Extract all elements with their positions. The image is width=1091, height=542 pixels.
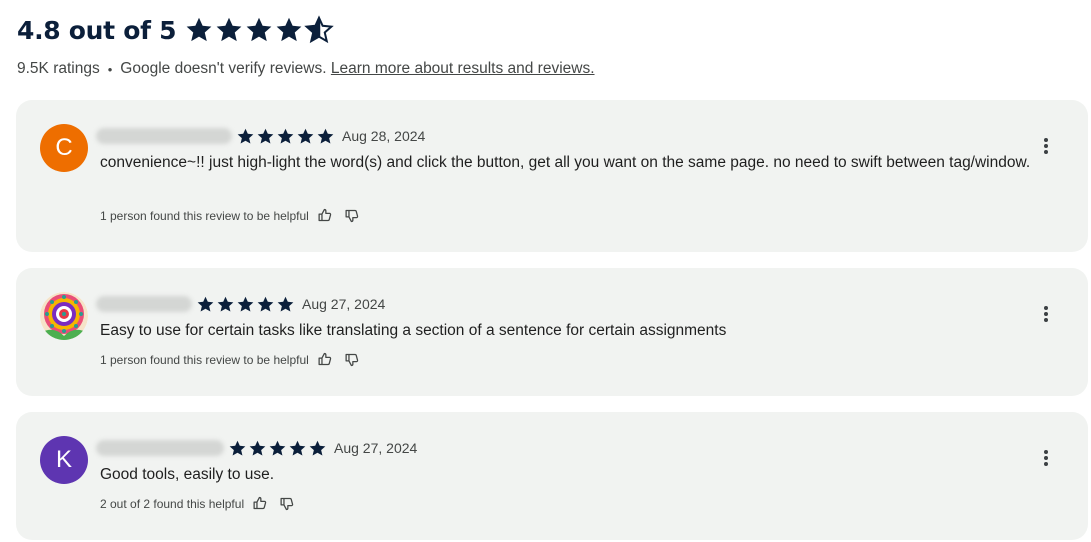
star-icon (289, 440, 306, 456)
review-card: K Aug 27, 2024 Good tools, easily to use… (16, 412, 1088, 540)
helpful-count: 1 person found this review to be helpful (100, 208, 309, 223)
separator: • (107, 61, 113, 77)
review-stars (228, 439, 328, 458)
thumbs-down-icon[interactable] (344, 351, 361, 368)
reviewer-name-blurred (96, 440, 224, 456)
ratings-meta: 9.5K ratings • Google doesn't verify rev… (17, 60, 595, 78)
avatar (40, 292, 88, 340)
more-vert-icon[interactable] (1036, 448, 1056, 468)
star-icon (197, 296, 214, 312)
star-icon (217, 296, 234, 312)
star-icon (317, 128, 334, 144)
star-icon (216, 17, 242, 42)
rating-summary: 4.8 out of 5 (17, 14, 334, 46)
helpful-row: 1 person found this review to be helpful (100, 351, 361, 368)
star-icon (276, 17, 302, 42)
overall-rating: 4.8 out of 5 (17, 15, 177, 45)
helpful-count: 1 person found this review to be helpful (100, 352, 309, 367)
star-icon (246, 17, 272, 42)
half-star-icon (305, 16, 333, 43)
avatar: K (40, 436, 88, 484)
review-text: convenience~!! just high-light the word(… (100, 154, 1031, 171)
review-card: C Aug 28, 2024 convenience~!! just high-… (16, 100, 1088, 252)
mandala-avatar-icon (40, 292, 88, 340)
star-icon (249, 440, 266, 456)
star-icon (237, 128, 254, 144)
more-vert-icon[interactable] (1036, 136, 1056, 156)
thumbs-up-icon[interactable] (317, 207, 334, 224)
avatar: C (40, 124, 88, 172)
ratings-count: 9.5K ratings (17, 60, 100, 77)
thumbs-down-icon[interactable] (344, 207, 361, 224)
star-icon (277, 296, 294, 312)
star-icon (186, 17, 212, 42)
review-date: Aug 27, 2024 (334, 440, 418, 456)
helpful-row: 1 person found this review to be helpful (100, 207, 361, 224)
review-card: Aug 27, 2024 Easy to use for certain tas… (16, 268, 1088, 396)
thumbs-up-icon[interactable] (252, 495, 269, 512)
star-icon (257, 296, 274, 312)
overall-stars (184, 15, 334, 45)
star-icon (309, 440, 326, 456)
star-icon (257, 128, 274, 144)
more-vert-icon[interactable] (1036, 304, 1056, 324)
review-date: Aug 28, 2024 (342, 128, 426, 144)
review-text: Easy to use for certain tasks like trans… (100, 322, 727, 339)
helpful-row: 2 out of 2 found this helpful (100, 495, 296, 512)
learn-more-link[interactable]: Learn more about results and reviews. (331, 60, 595, 78)
star-icon (237, 296, 254, 312)
helpful-count: 2 out of 2 found this helpful (100, 496, 245, 511)
review-stars (236, 127, 336, 146)
reviewer-name-blurred (96, 128, 232, 144)
thumbs-down-icon[interactable] (279, 495, 296, 512)
verify-note: Google doesn't verify reviews. (120, 60, 327, 77)
review-text: Good tools, easily to use. (100, 466, 275, 483)
star-icon (269, 440, 286, 456)
star-icon (229, 440, 246, 456)
star-icon (297, 128, 314, 144)
reviewer-name-blurred (96, 296, 192, 312)
review-date: Aug 27, 2024 (302, 296, 386, 312)
thumbs-up-icon[interactable] (317, 351, 334, 368)
star-icon (277, 128, 294, 144)
review-stars (196, 295, 296, 314)
